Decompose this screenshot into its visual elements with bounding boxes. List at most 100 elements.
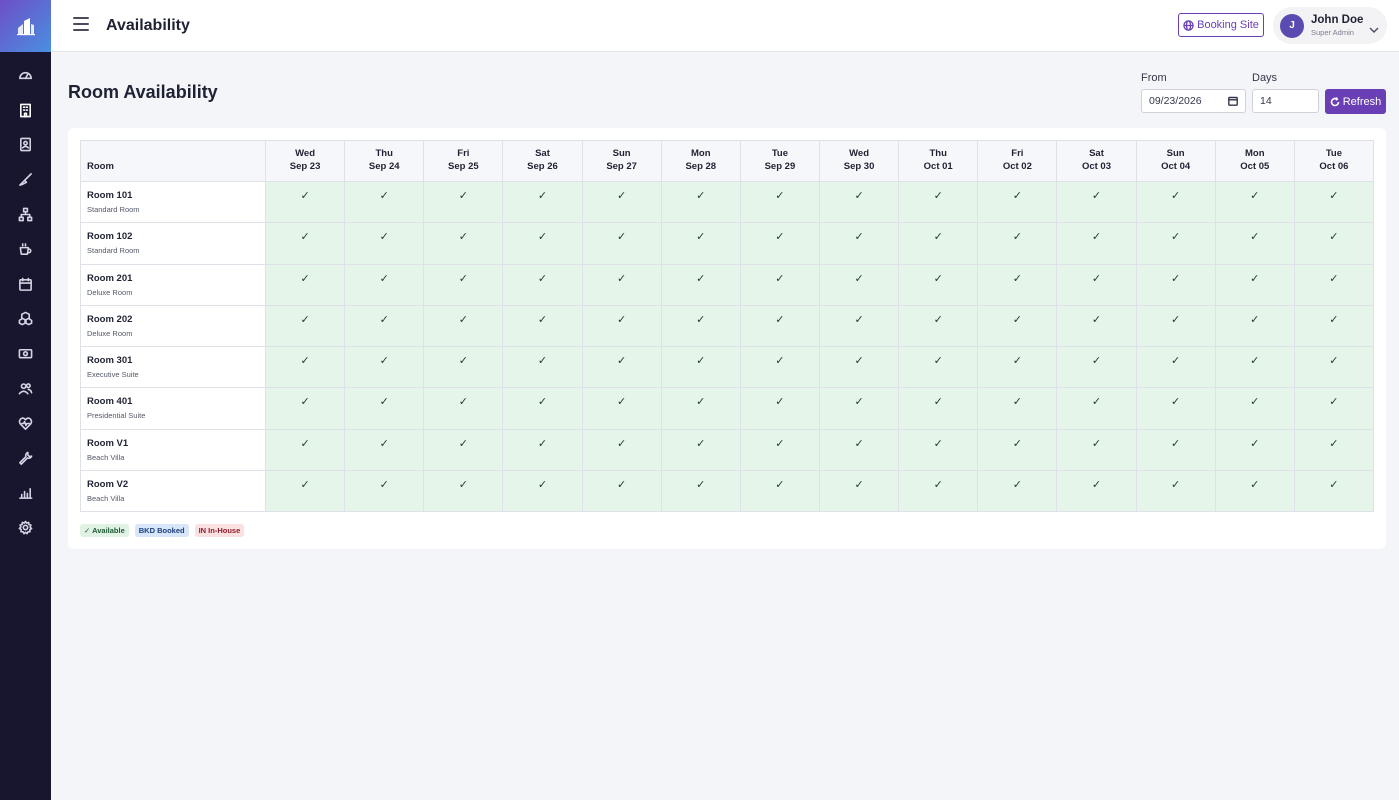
availability-cell[interactable]: ✓ bbox=[1293, 346, 1375, 389]
availability-cell[interactable]: ✓ bbox=[581, 387, 662, 430]
sidebar-item-packages[interactable] bbox=[0, 302, 51, 337]
availability-cell[interactable]: ✓ bbox=[264, 346, 346, 389]
availability-cell[interactable]: ✓ bbox=[264, 263, 346, 306]
availability-cell[interactable]: ✓ bbox=[1056, 222, 1137, 265]
availability-cell[interactable]: ✓ bbox=[660, 428, 741, 472]
availability-cell[interactable]: ✓ bbox=[1293, 470, 1375, 513]
availability-cell[interactable]: ✓ bbox=[1293, 263, 1375, 306]
availability-cell[interactable]: ✓ bbox=[423, 470, 504, 513]
availability-cell[interactable]: ✓ bbox=[581, 180, 662, 224]
availability-cell[interactable]: ✓ bbox=[344, 470, 425, 513]
sidebar-item-reservation[interactable] bbox=[0, 128, 51, 163]
availability-cell[interactable]: ✓ bbox=[1214, 222, 1295, 265]
availability-cell[interactable]: ✓ bbox=[1056, 387, 1137, 430]
availability-cell[interactable]: ✓ bbox=[818, 222, 900, 265]
availability-cell[interactable]: ✓ bbox=[1293, 222, 1375, 265]
sidebar-item-health[interactable] bbox=[0, 406, 51, 441]
availability-cell[interactable]: ✓ bbox=[739, 180, 820, 224]
availability-cell[interactable]: ✓ bbox=[739, 428, 820, 472]
availability-cell[interactable]: ✓ bbox=[1135, 222, 1216, 265]
availability-cell[interactable]: ✓ bbox=[581, 263, 662, 306]
availability-cell[interactable]: ✓ bbox=[423, 428, 504, 472]
availability-cell[interactable]: ✓ bbox=[1056, 346, 1137, 389]
sidebar-item-housekeeping[interactable] bbox=[0, 162, 51, 197]
availability-cell[interactable]: ✓ bbox=[898, 470, 979, 513]
availability-cell[interactable]: ✓ bbox=[660, 180, 741, 224]
availability-cell[interactable]: ✓ bbox=[1214, 346, 1295, 389]
availability-cell[interactable]: ✓ bbox=[1056, 180, 1137, 224]
availability-cell[interactable]: ✓ bbox=[502, 470, 583, 513]
availability-cell[interactable]: ✓ bbox=[344, 346, 425, 389]
availability-cell[interactable]: ✓ bbox=[423, 304, 504, 348]
availability-cell[interactable]: ✓ bbox=[581, 304, 662, 348]
availability-cell[interactable]: ✓ bbox=[1214, 304, 1295, 348]
availability-cell[interactable]: ✓ bbox=[1135, 428, 1216, 472]
availability-cell[interactable]: ✓ bbox=[1135, 304, 1216, 348]
availability-cell[interactable]: ✓ bbox=[581, 346, 662, 389]
availability-cell[interactable]: ✓ bbox=[581, 470, 662, 513]
availability-cell[interactable]: ✓ bbox=[739, 304, 820, 348]
availability-cell[interactable]: ✓ bbox=[660, 346, 741, 389]
availability-cell[interactable]: ✓ bbox=[818, 180, 900, 224]
availability-cell[interactable]: ✓ bbox=[344, 387, 425, 430]
availability-cell[interactable]: ✓ bbox=[898, 428, 979, 472]
availability-cell[interactable]: ✓ bbox=[977, 346, 1058, 389]
availability-cell[interactable]: ✓ bbox=[977, 428, 1058, 472]
availability-cell[interactable]: ✓ bbox=[739, 263, 820, 306]
availability-cell[interactable]: ✓ bbox=[739, 346, 820, 389]
availability-cell[interactable]: ✓ bbox=[660, 304, 741, 348]
availability-cell[interactable]: ✓ bbox=[898, 180, 979, 224]
availability-cell[interactable]: ✓ bbox=[660, 263, 741, 306]
availability-cell[interactable]: ✓ bbox=[898, 263, 979, 306]
availability-cell[interactable]: ✓ bbox=[898, 346, 979, 389]
availability-cell[interactable]: ✓ bbox=[581, 428, 662, 472]
availability-cell[interactable]: ✓ bbox=[1135, 387, 1216, 430]
availability-cell[interactable]: ✓ bbox=[344, 263, 425, 306]
availability-cell[interactable]: ✓ bbox=[502, 222, 583, 265]
sidebar-item-coffee[interactable] bbox=[0, 232, 51, 267]
availability-cell[interactable]: ✓ bbox=[344, 304, 425, 348]
availability-cell[interactable]: ✓ bbox=[977, 222, 1058, 265]
availability-cell[interactable]: ✓ bbox=[660, 470, 741, 513]
availability-cell[interactable]: ✓ bbox=[1214, 428, 1295, 472]
brand-logo[interactable] bbox=[0, 0, 51, 52]
availability-cell[interactable]: ✓ bbox=[502, 180, 583, 224]
availability-cell[interactable]: ✓ bbox=[977, 180, 1058, 224]
availability-cell[interactable]: ✓ bbox=[1214, 470, 1295, 513]
availability-cell[interactable]: ✓ bbox=[898, 387, 979, 430]
availability-cell[interactable]: ✓ bbox=[1056, 304, 1137, 348]
availability-cell[interactable]: ✓ bbox=[898, 222, 979, 265]
sidebar-item-dashboard[interactable] bbox=[0, 58, 51, 93]
availability-cell[interactable]: ✓ bbox=[423, 346, 504, 389]
availability-cell[interactable]: ✓ bbox=[1135, 180, 1216, 224]
availability-cell[interactable]: ✓ bbox=[1293, 304, 1375, 348]
availability-cell[interactable]: ✓ bbox=[1135, 346, 1216, 389]
availability-cell[interactable]: ✓ bbox=[423, 180, 504, 224]
availability-cell[interactable]: ✓ bbox=[660, 222, 741, 265]
sidebar-item-settings[interactable] bbox=[0, 510, 51, 545]
availability-cell[interactable]: ✓ bbox=[264, 387, 346, 430]
availability-cell[interactable]: ✓ bbox=[1056, 428, 1137, 472]
availability-cell[interactable]: ✓ bbox=[423, 387, 504, 430]
sidebar-item-maintenance[interactable] bbox=[0, 441, 51, 476]
availability-cell[interactable]: ✓ bbox=[739, 387, 820, 430]
availability-cell[interactable]: ✓ bbox=[581, 222, 662, 265]
availability-cell[interactable]: ✓ bbox=[1293, 428, 1375, 472]
availability-cell[interactable]: ✓ bbox=[818, 428, 900, 472]
booking-site-button[interactable]: Booking Site bbox=[1178, 13, 1264, 37]
sidebar-item-payments[interactable] bbox=[0, 336, 51, 371]
availability-cell[interactable]: ✓ bbox=[977, 470, 1058, 513]
availability-cell[interactable]: ✓ bbox=[423, 222, 504, 265]
availability-cell[interactable]: ✓ bbox=[977, 387, 1058, 430]
availability-cell[interactable]: ✓ bbox=[1214, 180, 1295, 224]
availability-cell[interactable]: ✓ bbox=[818, 263, 900, 306]
sidebar-item-calendar[interactable] bbox=[0, 267, 51, 302]
availability-cell[interactable]: ✓ bbox=[898, 304, 979, 348]
availability-cell[interactable]: ✓ bbox=[502, 346, 583, 389]
availability-cell[interactable]: ✓ bbox=[264, 222, 346, 265]
availability-cell[interactable]: ✓ bbox=[1214, 387, 1295, 430]
sidebar-item-guests[interactable] bbox=[0, 371, 51, 406]
availability-cell[interactable]: ✓ bbox=[739, 222, 820, 265]
availability-cell[interactable]: ✓ bbox=[818, 387, 900, 430]
availability-cell[interactable]: ✓ bbox=[977, 304, 1058, 348]
